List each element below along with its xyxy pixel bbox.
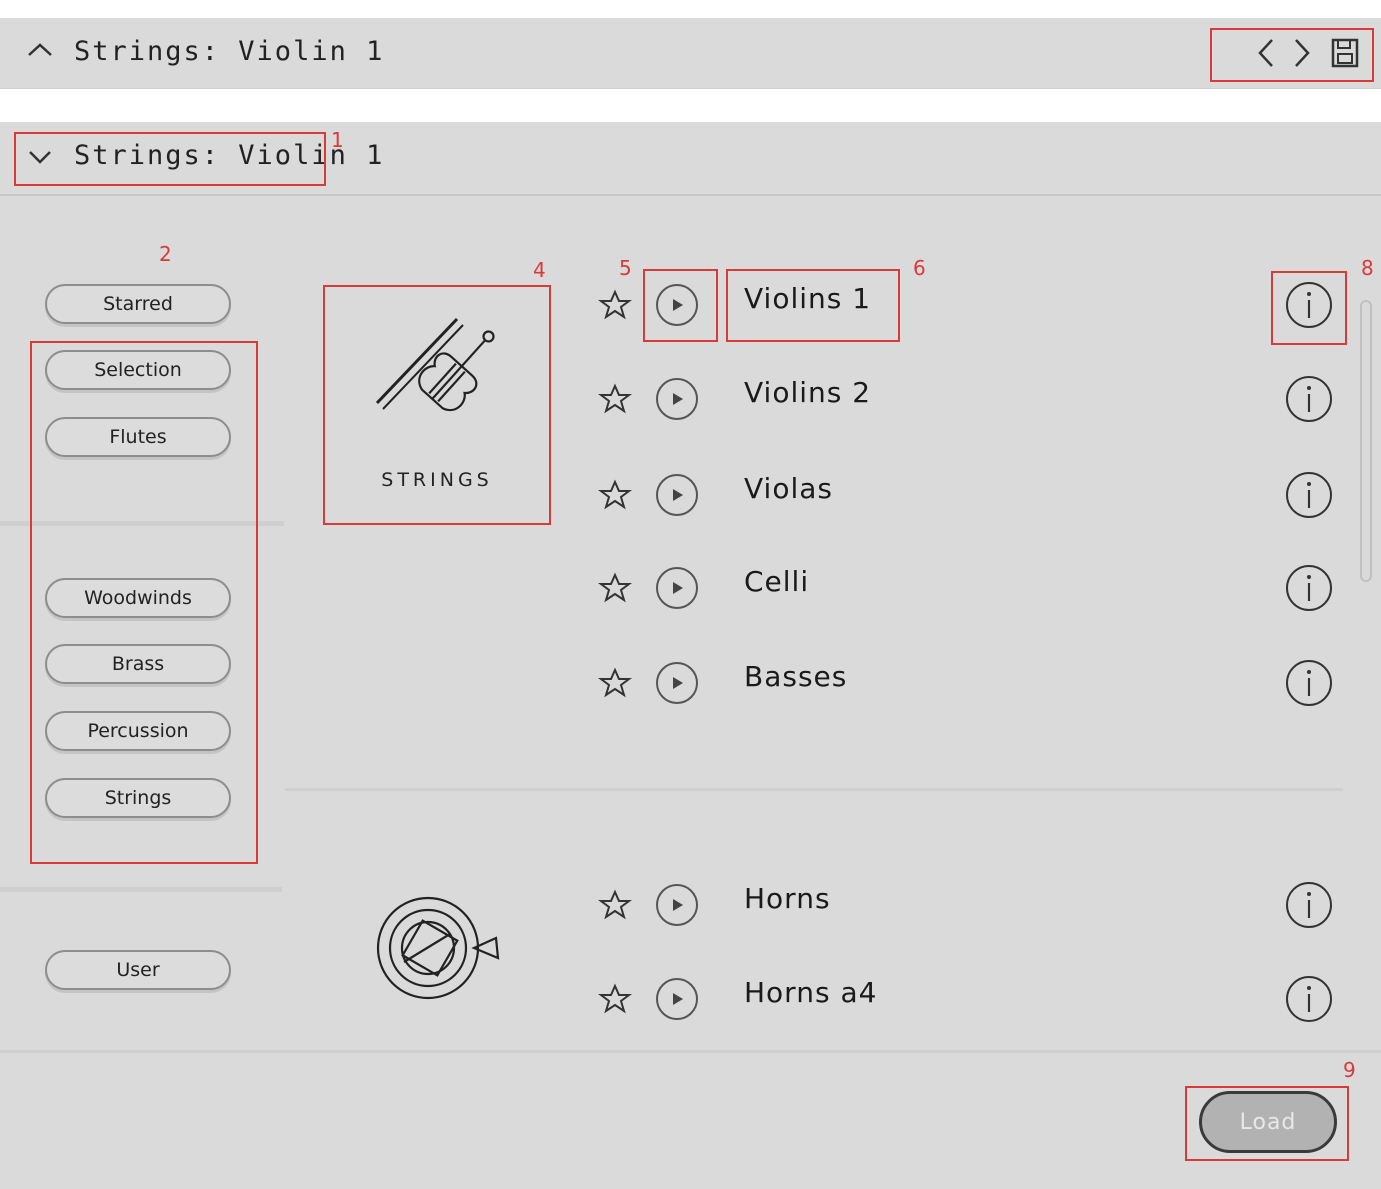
instrument-browser-panel: Strings: Violin 1 1 2 Starred Selection … (0, 122, 1381, 1189)
filter-selection[interactable]: Selection (45, 350, 231, 390)
filter-percussion[interactable]: Percussion (45, 711, 231, 751)
list-item[interactable]: Violins 1 (590, 274, 1350, 334)
info-icon[interactable] (1284, 280, 1334, 330)
list-item[interactable]: Horns a4 (590, 968, 1350, 1028)
filter-woodwinds[interactable]: Woodwinds (45, 578, 231, 618)
info-icon[interactable] (1284, 658, 1334, 708)
play-icon[interactable] (654, 660, 700, 706)
header-title: Strings: Violin 1 (74, 36, 385, 67)
annotation-number: 6 (913, 256, 926, 280)
filter-brass[interactable]: Brass (45, 644, 231, 684)
instrument-name[interactable]: Violins 2 (744, 376, 871, 409)
list-item[interactable]: Celli (590, 557, 1350, 617)
play-icon[interactable] (654, 472, 700, 518)
instrument-name[interactable]: Horns (744, 882, 831, 915)
previous-icon[interactable] (1252, 36, 1282, 70)
filter-user[interactable]: User (45, 950, 231, 990)
chevron-down-icon[interactable] (28, 148, 52, 166)
list-item[interactable]: Violins 2 (590, 368, 1350, 428)
strings-category-card[interactable]: STRINGS (323, 285, 551, 524)
info-icon[interactable] (1284, 374, 1334, 424)
filter-strings[interactable]: Strings (45, 778, 231, 818)
next-icon[interactable] (1286, 36, 1316, 70)
info-icon[interactable] (1284, 563, 1334, 613)
list-item[interactable]: Violas (590, 464, 1350, 524)
star-icon[interactable] (598, 666, 632, 700)
load-button[interactable]: Load (1199, 1091, 1337, 1153)
filter-starred[interactable]: Starred (45, 284, 231, 324)
instrument-name[interactable]: Violas (744, 472, 833, 505)
play-icon[interactable] (654, 376, 700, 422)
collapsed-header: Strings: Violin 1 (0, 18, 1381, 89)
scrollbar[interactable] (1360, 300, 1372, 582)
french-horn-icon (376, 896, 500, 1000)
star-icon[interactable] (598, 288, 632, 322)
play-icon[interactable] (654, 976, 700, 1022)
list-item[interactable]: Horns (590, 874, 1350, 934)
star-icon[interactable] (598, 478, 632, 512)
star-icon[interactable] (598, 888, 632, 922)
play-icon[interactable] (654, 565, 700, 611)
violin-icon (375, 317, 495, 412)
annotation-number: 2 (159, 242, 172, 266)
star-icon[interactable] (598, 571, 632, 605)
footer-divider (0, 1050, 1381, 1053)
save-icon[interactable] (1330, 36, 1360, 70)
instrument-name[interactable]: Basses (744, 660, 847, 693)
annotation-number: 4 (533, 258, 546, 282)
annotation-number: 9 (1343, 1058, 1356, 1082)
info-icon[interactable] (1284, 974, 1334, 1024)
play-icon[interactable] (654, 282, 700, 328)
sidebar-divider (0, 521, 284, 526)
panel-header: Strings: Violin 1 (0, 122, 1381, 196)
annotation-number: 5 (619, 256, 632, 280)
section-divider (285, 788, 1343, 791)
info-icon[interactable] (1284, 470, 1334, 520)
star-icon[interactable] (598, 982, 632, 1016)
instrument-name[interactable]: Violins 1 (744, 282, 871, 315)
list-item[interactable]: Basses (590, 652, 1350, 712)
category-label: STRINGS (381, 469, 493, 491)
annotation-number: 1 (331, 128, 344, 152)
star-icon[interactable] (598, 382, 632, 416)
info-icon[interactable] (1284, 880, 1334, 930)
annotation-number: 8 (1361, 256, 1374, 280)
filter-flutes[interactable]: Flutes (45, 417, 231, 457)
chevron-up-icon[interactable] (26, 40, 54, 60)
instrument-name[interactable]: Celli (744, 565, 809, 598)
instrument-name[interactable]: Horns a4 (744, 976, 877, 1009)
play-icon[interactable] (654, 882, 700, 928)
sidebar-divider (0, 887, 282, 892)
